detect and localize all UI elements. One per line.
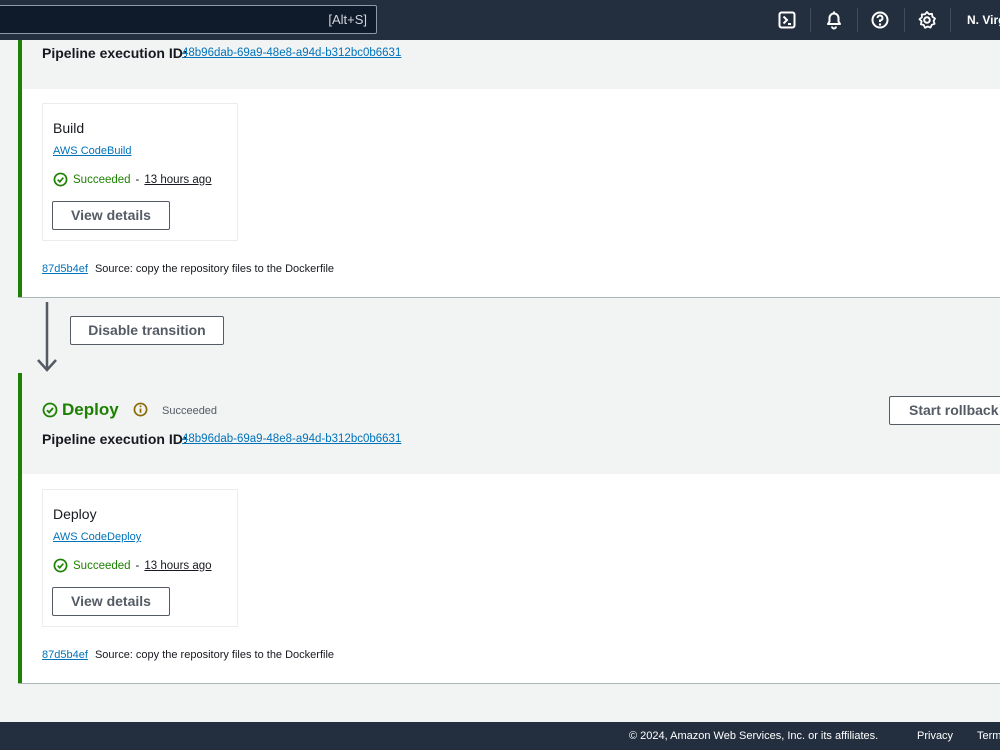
terms-link[interactable]: Terms	[977, 730, 1000, 742]
transition-arrow-icon	[37, 302, 57, 372]
deploy-action-card: Deploy AWS CodeDeploy Succeeded - 13 hou…	[42, 489, 238, 627]
action-status-text: Succeeded	[73, 559, 131, 572]
copyright-text: © 2024, Amazon Web Services, Inc. or its…	[629, 730, 879, 742]
stage-status-bar	[18, 40, 22, 297]
stage-state-text: Succeeded	[162, 405, 218, 417]
deploy-stage: Pipeline execution ID: 48b96dab-69a9-48e…	[18, 373, 1000, 684]
commit-message: Source: copy the repository files to the…	[94, 649, 335, 661]
stage-success-icon	[42, 402, 58, 418]
commit-id-link[interactable]: 87d5b4ef	[42, 263, 88, 275]
commit-id-link[interactable]: 87d5b4ef	[42, 649, 88, 661]
pipeline-execution-label: Pipeline execution ID:	[42, 431, 188, 447]
cloudshell-icon[interactable]	[777, 10, 797, 30]
privacy-link[interactable]: Privacy	[917, 730, 953, 742]
view-details-button[interactable]: View details	[52, 201, 170, 230]
action-provider-link[interactable]: AWS CodeDeploy	[53, 531, 141, 543]
help-icon[interactable]	[870, 10, 890, 30]
footer: © 2024, Amazon Web Services, Inc. or its…	[0, 722, 1000, 750]
success-check-icon	[53, 172, 68, 187]
start-rollback-button[interactable]: Start rollback	[889, 396, 1000, 425]
pipeline-execution-id-link[interactable]: 48b96dab-69a9-48e8-a94d-b312bc0b6631	[182, 47, 401, 59]
action-time[interactable]: 13 hours ago	[144, 560, 211, 572]
pipeline-execution-id-link[interactable]: 48b96dab-69a9-48e8-a94d-b312bc0b6631	[182, 433, 401, 445]
disable-transition-button[interactable]: Disable transition	[70, 316, 224, 345]
nav-divider	[857, 8, 858, 32]
stage-name: Deploy	[62, 400, 119, 419]
nav-divider	[950, 8, 951, 32]
action-name: Build	[53, 120, 85, 136]
action-provider-link[interactable]: AWS CodeBuild	[53, 145, 131, 157]
action-time[interactable]: 13 hours ago	[144, 174, 211, 186]
build-action-card: Build AWS CodeBuild Succeeded - 13 hours…	[42, 103, 238, 241]
deploy-stage-header	[22, 373, 1000, 474]
search-shortcut-hint: [Alt+S]	[328, 12, 367, 27]
stage-status-bar	[18, 373, 22, 683]
region-selector[interactable]: N. Virginia	[967, 13, 1000, 27]
settings-icon[interactable]	[917, 10, 937, 30]
action-status: Succeeded - 13 hours ago	[53, 558, 212, 573]
view-details-button[interactable]: View details	[52, 587, 170, 616]
nav-divider	[810, 8, 811, 32]
pipeline-execution-label: Pipeline execution ID:	[42, 45, 188, 61]
info-icon[interactable]	[133, 402, 148, 417]
build-stage: Pipeline execution ID: 48b96dab-69a9-48e…	[18, 40, 1000, 298]
commit-message: Source: copy the repository files to the…	[94, 263, 335, 275]
search-input[interactable]: [Alt+S]	[0, 5, 377, 34]
status-separator: -	[135, 173, 140, 186]
source-revision: 87d5b4ef Source: copy the repository fil…	[42, 649, 334, 661]
bell-icon[interactable]	[824, 10, 844, 30]
action-name: Deploy	[53, 506, 97, 522]
nav-divider	[904, 8, 905, 32]
action-status: Succeeded - 13 hours ago	[53, 172, 212, 187]
status-separator: -	[135, 559, 140, 572]
top-navigation: [Alt+S] N. Virginia	[0, 0, 1000, 40]
source-revision: 87d5b4ef Source: copy the repository fil…	[42, 263, 334, 275]
success-check-icon	[53, 558, 68, 573]
action-status-text: Succeeded	[73, 173, 131, 186]
